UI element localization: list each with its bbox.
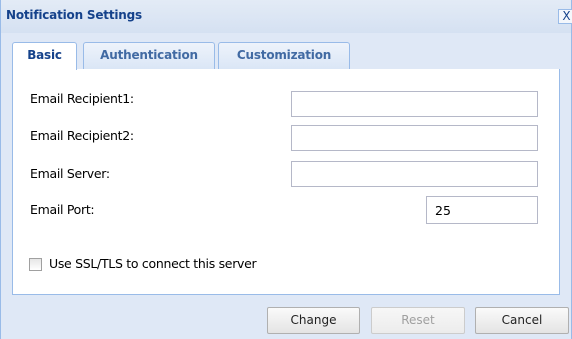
close-icon[interactable]: X [558,9,572,24]
email-server-label: Email Server: [30,166,110,181]
email-recipient1-input[interactable] [291,91,538,117]
change-button[interactable]: Change [267,307,360,334]
basic-settings-panel: Email Recipient1: Email Recipient2: Emai… [12,69,560,295]
notification-settings-dialog: Notification Settings X Basic Authentica… [0,0,572,339]
cancel-button[interactable]: Cancel [475,307,569,334]
tab-strip: Basic Authentication Customization [12,42,560,70]
tab-customization[interactable]: Customization [218,42,350,69]
tab-basic[interactable]: Basic [12,42,77,70]
tab-authentication[interactable]: Authentication [83,42,215,69]
email-server-input[interactable] [291,161,538,187]
email-recipient1-label: Email Recipient1: [30,91,134,106]
ssl-checkbox[interactable] [29,258,42,271]
reset-button[interactable]: Reset [371,307,465,334]
email-recipient2-input[interactable] [291,125,538,151]
ssl-checkbox-label[interactable]: Use SSL/TLS to connect this server [49,256,257,271]
email-recipient2-label: Email Recipient2: [30,128,134,143]
dialog-titlebar[interactable]: Notification Settings X [1,0,572,33]
email-port-input[interactable] [426,196,538,224]
email-port-label: Email Port: [30,202,95,217]
dialog-title: Notification Settings [6,8,142,22]
